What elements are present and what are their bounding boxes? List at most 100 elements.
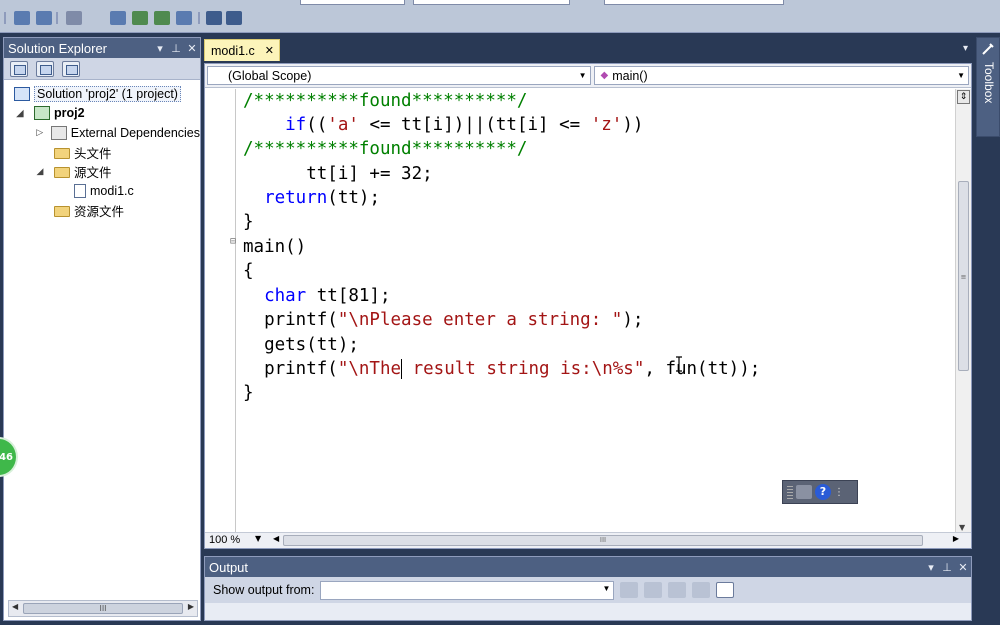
- next-message-icon[interactable]: [668, 582, 687, 598]
- toolbar-btn-2-icon[interactable]: [36, 11, 52, 25]
- show-output-label: Show output from:: [213, 583, 315, 597]
- show-all-files-icon[interactable]: [36, 60, 54, 77]
- keyboard-icon[interactable]: [796, 485, 812, 499]
- scroll-left-icon[interactable]: ◀: [273, 534, 279, 543]
- toolbar-btn-7-icon[interactable]: [176, 11, 192, 25]
- scrollbar-thumb[interactable]: ≡: [958, 181, 969, 371]
- solution-icon: [14, 86, 30, 101]
- code-text: );: [622, 310, 644, 330]
- tree-item-resource-files[interactable]: 资源文件: [4, 201, 200, 221]
- chevron-down-icon[interactable]: ▼: [579, 71, 587, 80]
- tree-item-label: 源文件: [74, 166, 112, 181]
- toolbar-btn-9-icon[interactable]: [226, 11, 242, 25]
- tree-item-modi1-c[interactable]: modi1.c: [4, 182, 200, 202]
- project-icon: [34, 106, 50, 121]
- tree-item-label: 资源文件: [74, 205, 125, 220]
- scroll-left-icon[interactable]: ◀: [12, 602, 18, 611]
- toolbar-btn-3-icon[interactable]: [66, 11, 82, 25]
- string-literal: "\nPlease enter a string: ": [337, 310, 623, 330]
- help-icon[interactable]: ?: [815, 484, 831, 500]
- tab-list-dropdown-icon[interactable]: ▾: [963, 43, 968, 54]
- tree-item-label: proj2: [54, 106, 85, 121]
- go-to-error-icon[interactable]: [620, 582, 639, 598]
- previous-message-icon[interactable]: [644, 582, 663, 598]
- dependencies-icon: [51, 125, 67, 140]
- zoom-dropdown-icon[interactable]: ▼: [255, 534, 261, 543]
- member-combo[interactable]: ◆ main() ▼: [593, 66, 969, 85]
- tree-item-external-dependencies[interactable]: ▷ External Dependencies: [4, 123, 200, 143]
- platform-combo[interactable]: [413, 0, 570, 5]
- string-literal: "\nThe: [337, 359, 402, 379]
- collapse-icon[interactable]: ◢: [34, 166, 46, 177]
- scroll-right-icon[interactable]: ▶: [953, 534, 959, 543]
- word-wrap-icon[interactable]: [716, 582, 735, 598]
- zoom-level[interactable]: 100 %: [209, 534, 240, 546]
- close-tab-icon[interactable]: ✕: [265, 44, 274, 57]
- horizontal-scrollbar[interactable]: ◀ III ▶: [271, 534, 961, 547]
- code-line: /**********found**********/: [243, 91, 528, 111]
- toolbox-tab[interactable]: Toolbox: [976, 37, 1000, 137]
- clear-all-icon[interactable]: [692, 582, 711, 598]
- more-icon[interactable]: ⋮: [834, 487, 844, 498]
- mouse-cursor-icon: [676, 356, 682, 372]
- scope-combo[interactable]: (Global Scope) ▼: [207, 66, 591, 85]
- dropdown-icon[interactable]: ▾: [152, 42, 168, 55]
- solution-tree: Solution 'proj2' (1 project) ◢ proj2 ▷ E…: [4, 80, 200, 221]
- properties-icon[interactable]: [10, 60, 28, 77]
- collapse-icon[interactable]: ◢: [14, 108, 26, 119]
- code-line: char tt[81];: [243, 284, 391, 308]
- close-icon[interactable]: ✕: [184, 42, 200, 55]
- code-line: /**********found**********/: [243, 139, 528, 159]
- scrollbar-thumb[interactable]: III: [283, 535, 923, 546]
- dropdown-icon[interactable]: ▾: [923, 561, 939, 574]
- solution-explorer-toolbar: [4, 58, 200, 80]
- refresh-icon[interactable]: [62, 60, 80, 77]
- config-combo[interactable]: [300, 0, 405, 5]
- chevron-down-icon[interactable]: ▼: [603, 584, 611, 593]
- code-line: printf("\nPlease enter a string: ");: [243, 308, 643, 332]
- code-line: {: [243, 261, 254, 281]
- output-panel: Output ▾ ⊥ ✕ Show output from: ▼: [204, 556, 972, 621]
- pin-icon[interactable]: ⊥: [168, 42, 184, 55]
- horizontal-scrollbar[interactable]: ◀ III ▶: [8, 600, 198, 617]
- chevron-down-icon[interactable]: ▼: [957, 71, 965, 80]
- method-icon: ◆: [600, 70, 609, 81]
- toolbar-btn-6-icon[interactable]: [154, 11, 170, 25]
- grip-icon[interactable]: [787, 485, 793, 499]
- tree-item-source-files[interactable]: ◢ 源文件: [4, 162, 200, 182]
- toolbar-btn-5-icon[interactable]: [132, 11, 148, 25]
- split-window-icon[interactable]: ⇕: [957, 90, 970, 104]
- folder-open-icon: [54, 167, 70, 179]
- c-file-icon: [74, 184, 86, 199]
- output-toolbar: Show output from: ▼: [205, 577, 971, 603]
- vertical-scrollbar[interactable]: ⇕ ≡ ▼: [955, 89, 971, 534]
- pin-icon[interactable]: ⊥: [939, 561, 955, 574]
- code-text: <= tt[i])||(tt[i] <=: [358, 115, 591, 135]
- tree-item-header-files[interactable]: 头文件: [4, 143, 200, 163]
- code-text: tt[81];: [306, 286, 391, 306]
- solution-explorer-panel: Solution Explorer ▾ ⊥ ✕ Solution 'proj2'…: [3, 37, 201, 621]
- tab-modi1-c[interactable]: modi1.c ✕: [204, 39, 280, 61]
- collapse-region-icon[interactable]: ⊟: [230, 236, 236, 247]
- tree-item-label: Solution 'proj2' (1 project): [34, 85, 181, 102]
- scroll-down-icon[interactable]: ▼: [959, 523, 965, 532]
- member-value: main(): [612, 68, 648, 83]
- toolbar-btn-8-icon[interactable]: [206, 11, 222, 25]
- expand-icon[interactable]: ▷: [34, 127, 45, 138]
- scrollbar-thumb[interactable]: III: [23, 603, 183, 614]
- code-area[interactable]: ⊟ /**********found**********/ if(('a' <=…: [205, 89, 957, 534]
- editor-status-row: 100 % ▼ ◀ III ▶: [205, 532, 971, 548]
- toolbar-btn-4-icon[interactable]: [110, 11, 126, 25]
- find-combo[interactable]: [604, 0, 784, 5]
- toolbar-btn-1-icon[interactable]: [14, 11, 30, 25]
- navigation-bar: (Global Scope) ▼ ◆ main() ▼: [205, 64, 971, 88]
- code-text: printf(: [243, 359, 338, 379]
- output-source-combo[interactable]: ▼: [320, 580, 615, 600]
- code-line: gets(tt);: [243, 335, 359, 355]
- panel-title: Solution Explorer: [8, 40, 107, 56]
- tree-item-solution[interactable]: Solution 'proj2' (1 project): [4, 84, 200, 104]
- tree-item-project[interactable]: ◢ proj2: [4, 104, 200, 124]
- code-line: return(tt);: [243, 186, 380, 210]
- scroll-right-icon[interactable]: ▶: [188, 602, 194, 611]
- close-icon[interactable]: ✕: [955, 561, 971, 574]
